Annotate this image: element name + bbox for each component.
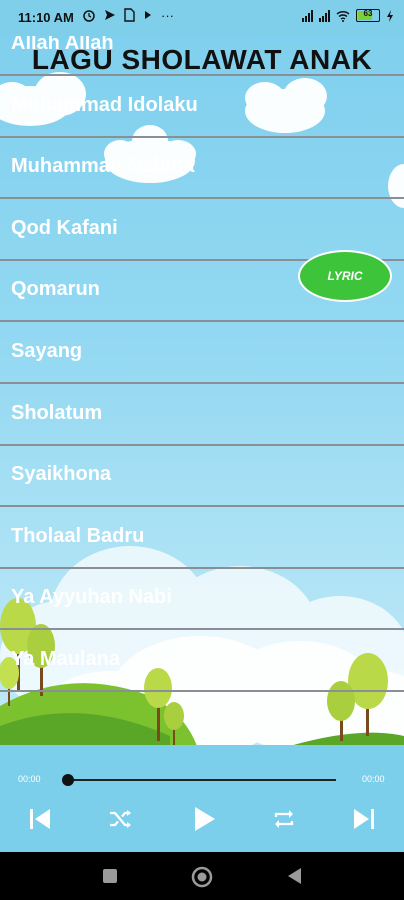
- song-list-item[interactable]: Syaikhona: [0, 445, 404, 508]
- charging-icon: [387, 9, 393, 22]
- song-title: Syaikhona: [11, 463, 112, 486]
- seek-bar[interactable]: [66, 779, 336, 781]
- song-list-item[interactable]: Muhammad Nabina: [0, 137, 404, 200]
- back-icon[interactable]: [286, 867, 302, 885]
- audio-player: 00:00 00:00: [0, 745, 404, 852]
- play-icon[interactable]: [190, 805, 218, 833]
- app-screen: LAGU SHOLAWAT ANAK Allah Allah Muhammad …: [0, 36, 404, 852]
- song-title: Muhammad Idolaku: [11, 93, 198, 116]
- recent-apps-icon[interactable]: [102, 868, 118, 884]
- song-list-item[interactable]: Muhammad Idolaku: [0, 76, 404, 138]
- song-list: Allah Allah Muhammad Idolaku Muhammad Nabi…: [0, 36, 404, 751]
- play-icon: [145, 11, 151, 19]
- next-icon[interactable]: [350, 805, 378, 833]
- send-icon: [105, 10, 115, 20]
- more-icon: ···: [161, 8, 174, 23]
- alarm-icon: [83, 10, 95, 22]
- battery-level: 63: [363, 9, 373, 18]
- page-title: LAGU SHOLAWAT ANAK: [31, 44, 373, 75]
- song-title: Ya Maulana: [11, 648, 120, 670]
- home-icon[interactable]: [191, 866, 213, 888]
- status-time: 11:10 AM: [18, 10, 74, 25]
- song-title: Qod Kafani: [11, 216, 118, 239]
- lyric-button[interactable]: LYRIC: [298, 250, 392, 302]
- signal-icon: [302, 9, 313, 22]
- song-list-item[interactable]: Ya Ayyuhan Nabi: [0, 568, 404, 631]
- battery-icon: 63: [356, 9, 380, 22]
- status-bar: 11:10 AM ··· 63: [0, 0, 404, 36]
- wifi-icon: [336, 10, 350, 22]
- signal-icon-2: [319, 9, 330, 22]
- repeat-icon[interactable]: [270, 805, 298, 833]
- seek-thumb[interactable]: [62, 774, 74, 786]
- song-list-item[interactable]: Tholaal Badru: [0, 507, 404, 569]
- song-title: Sayang: [11, 340, 83, 362]
- song-list-item[interactable]: Ya Maulana: [0, 630, 404, 692]
- previous-icon[interactable]: [26, 805, 54, 833]
- system-navigation-bar: [0, 852, 404, 900]
- song-title: Ya Ayyuhan Nabi: [11, 586, 172, 609]
- current-time: 00:00: [18, 774, 41, 784]
- song-title: Qomarun: [11, 278, 100, 301]
- shuffle-icon[interactable]: [106, 805, 134, 833]
- total-time: 00:00: [362, 774, 385, 784]
- song-title: Muhammad Nabina: [11, 155, 195, 178]
- song-list-item[interactable]: Sholatum: [0, 384, 404, 446]
- song-title: Sholatum: [11, 401, 103, 424]
- song-title: Tholaal Badru: [11, 524, 145, 547]
- sim-icon: [124, 8, 135, 22]
- song-list-item[interactable]: Sayang: [0, 322, 404, 384]
